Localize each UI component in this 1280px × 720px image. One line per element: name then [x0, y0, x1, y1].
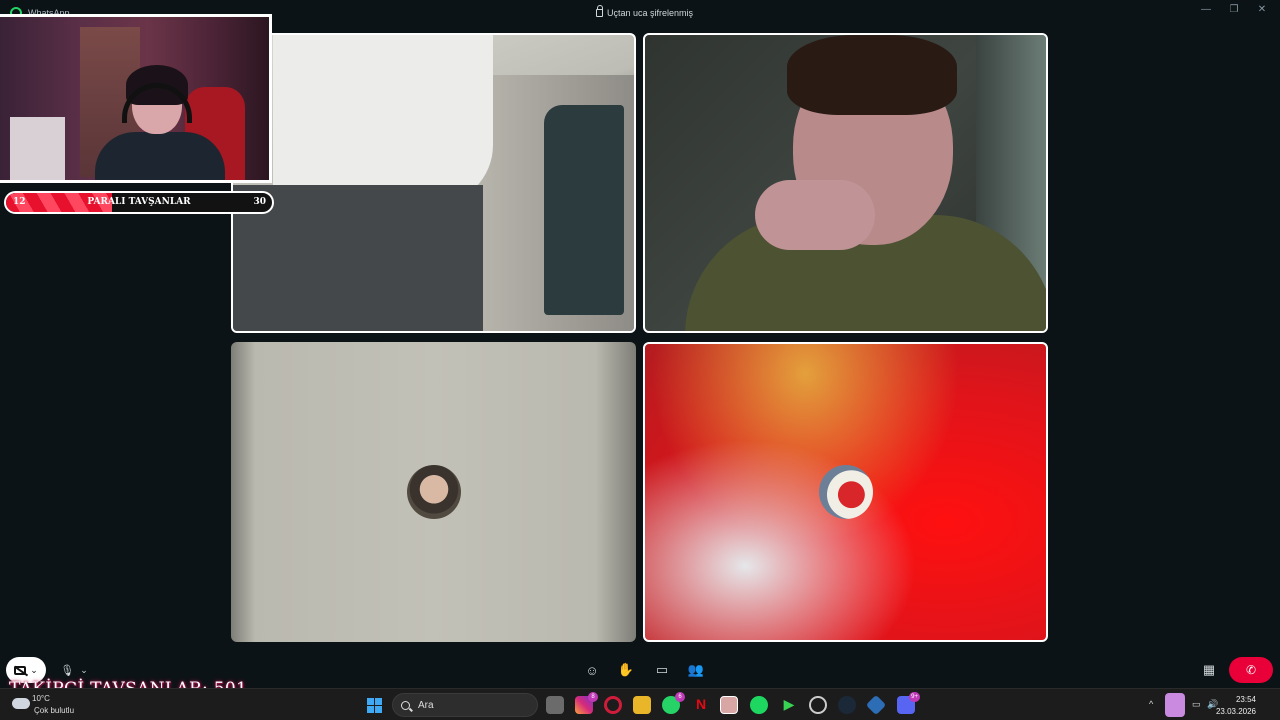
discord-icon[interactable]: 9+: [897, 692, 920, 714]
clock-time: 23:54: [1235, 695, 1256, 704]
opera-icon[interactable]: [604, 696, 622, 714]
share-screen-button[interactable]: ▭: [650, 657, 674, 683]
participant-tile-3[interactable]: [231, 342, 636, 642]
tray-overflow-icon[interactable]: ^: [1149, 699, 1153, 709]
minimize-button[interactable]: —: [1196, 4, 1216, 18]
streamer-webcam-overlay: [0, 14, 272, 183]
clock-date: 23.03.2026: [1215, 707, 1256, 716]
photos-icon[interactable]: [720, 696, 738, 714]
netflix-icon[interactable]: N: [692, 696, 710, 714]
chevron-down-icon: ⌄: [80, 664, 88, 675]
weather-temp: 10°C: [32, 694, 50, 703]
spotify-icon[interactable]: [750, 696, 768, 714]
windows-logo-icon: [367, 698, 374, 705]
microphone-icon: 🎙: [60, 664, 75, 677]
app-icon[interactable]: [865, 694, 887, 716]
chevron-down-icon: ⌄: [30, 664, 38, 675]
notification-badge: 9+: [909, 692, 920, 702]
network-icon[interactable]: ▭: [1192, 699, 1201, 710]
taskbar-clock[interactable]: 23:54 23.03.2026: [1216, 694, 1256, 718]
participant-avatar: [818, 465, 873, 519]
donation-goal-bar: 12 PARALI TAVŞANLAR 30: [4, 191, 274, 214]
close-button[interactable]: ✕: [1252, 4, 1272, 18]
participant-avatar: [406, 465, 461, 519]
windows-logo-icon: [375, 698, 382, 705]
notification-badge: 6: [675, 692, 685, 702]
camera-off-icon: [14, 665, 27, 675]
video-frame: [273, 35, 493, 205]
windows-logo-icon: [375, 706, 382, 713]
tray-microphone-icon[interactable]: [1165, 693, 1185, 717]
windows-logo-icon: [367, 706, 374, 713]
participants-button[interactable]: 👥: [684, 657, 708, 683]
maximize-button[interactable]: ❐: [1224, 4, 1244, 18]
goal-title: PARALI TAVŞANLAR: [87, 197, 191, 207]
task-view-icon[interactable]: [546, 696, 564, 714]
video-frame: [755, 180, 875, 250]
raise-hand-button[interactable]: ✋: [614, 657, 638, 683]
steam-icon[interactable]: [838, 696, 856, 714]
webcam-frame: [10, 117, 65, 180]
video-frame: [544, 105, 624, 315]
emoji-reaction-button[interactable]: ☺: [580, 657, 604, 683]
start-button[interactable]: [367, 698, 382, 713]
encryption-notice: Uçtan uca şifrelenmiş: [596, 5, 694, 18]
weather-condition: Çok bulutlu: [34, 706, 75, 715]
lock-icon: [596, 5, 603, 17]
cloud-icon: [12, 698, 30, 709]
notification-badge: 8: [588, 692, 598, 702]
participant-video-tile-1[interactable]: [231, 33, 636, 333]
encryption-label: Uçtan uca şifrelenmiş: [607, 8, 694, 18]
search-placeholder: Ara: [418, 699, 434, 711]
video-frame: [787, 35, 957, 115]
layout-button[interactable]: ▦: [1197, 657, 1221, 683]
taskbar-search[interactable]: Ara: [392, 693, 538, 717]
game-launcher-icon[interactable]: ▶: [780, 696, 798, 714]
participant-video-tile-2[interactable]: [643, 33, 1048, 333]
participant-tile-4[interactable]: [643, 342, 1048, 642]
windows-taskbar: 10°C Çok bulutlu Ara 8 6 N ▶ 9+ ^ ▭ 🔊 23…: [0, 688, 1280, 720]
search-icon: [401, 700, 410, 710]
goal-target: 30: [253, 197, 266, 207]
whatsapp-call-window: WhatsApp Uçtan uca şifrelenmiş — ❐ ✕ 12 …: [0, 0, 1280, 720]
webcam-frame: [95, 132, 225, 180]
whatsapp-icon[interactable]: 6: [662, 692, 685, 714]
browser-icon[interactable]: [809, 696, 827, 714]
instagram-icon[interactable]: 8: [575, 692, 598, 714]
file-explorer-icon[interactable]: [633, 696, 651, 714]
end-call-button[interactable]: ✆: [1229, 657, 1273, 683]
